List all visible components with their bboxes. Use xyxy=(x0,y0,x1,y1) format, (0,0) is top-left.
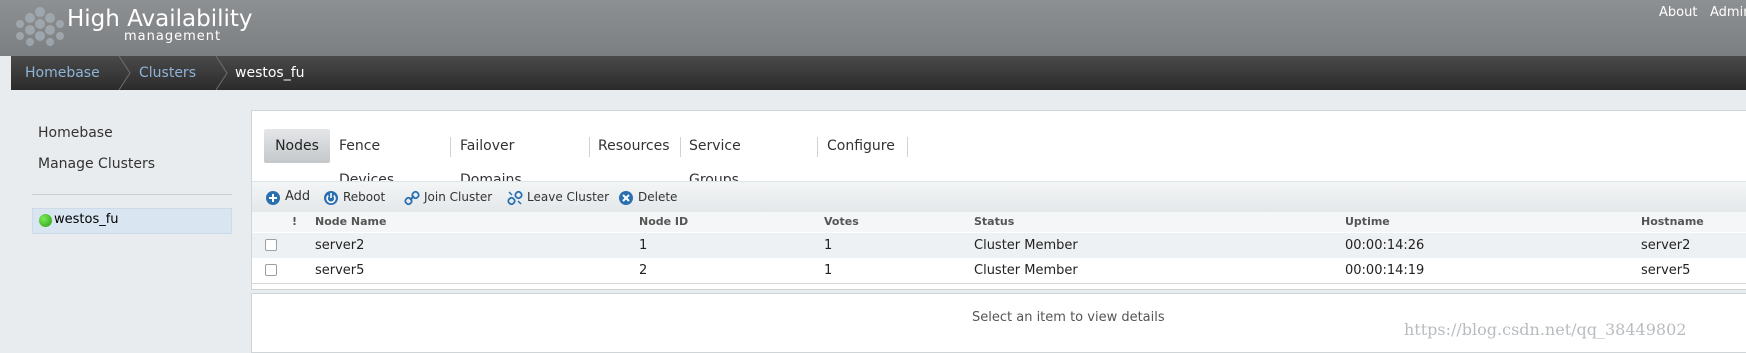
col-uptime[interactable]: Uptime xyxy=(1345,215,1390,228)
cluster-name: westos_fu xyxy=(54,212,119,227)
sidebar-item-homebase[interactable]: Homebase xyxy=(38,125,113,141)
delete-label: Delete xyxy=(638,190,678,204)
sidebar-item-manage-clusters[interactable]: Manage Clusters xyxy=(38,156,155,172)
node-name: server2 xyxy=(315,238,365,253)
table-row[interactable]: server5 2 1 Cluster Member 00:00:14:19 s… xyxy=(252,258,1746,284)
reboot-button[interactable]: Reboot xyxy=(323,190,385,206)
col-alert: ! xyxy=(292,215,298,228)
tab-resources[interactable]: Resources xyxy=(598,129,670,163)
breadcrumb-homebase[interactable]: Homebase xyxy=(25,65,100,81)
node-name: server5 xyxy=(315,263,365,278)
row-checkbox[interactable] xyxy=(265,264,277,276)
node-uptime: 00:00:14:19 xyxy=(1345,263,1425,278)
unlink-icon xyxy=(507,190,523,206)
node-status: Cluster Member xyxy=(974,263,1078,278)
node-id: 2 xyxy=(639,263,648,278)
status-online-icon xyxy=(39,214,52,227)
tab-failover-domains[interactable]: Failover Domains xyxy=(460,129,522,188)
link-icon xyxy=(404,190,420,206)
breadcrumb-separator-icon xyxy=(118,56,131,90)
breadcrumb-clusters[interactable]: Clusters xyxy=(139,65,196,81)
details-placeholder: Select an item to view details xyxy=(972,310,1165,325)
nodes-panel: Nodes Fence Devices Failover Domains Res… xyxy=(251,110,1746,290)
reboot-label: Reboot xyxy=(343,190,386,204)
breadcrumb: Homebase Clusters westos_fu xyxy=(11,56,1746,90)
col-votes[interactable]: Votes xyxy=(824,215,859,228)
join-cluster-label: Join Cluster xyxy=(424,190,493,204)
join-cluster-button[interactable]: Join Cluster xyxy=(404,190,492,206)
breadcrumb-current: westos_fu xyxy=(235,65,305,81)
tab-divider xyxy=(680,137,681,157)
table-row[interactable]: server2 1 1 Cluster Member 00:00:14:26 s… xyxy=(252,233,1746,258)
tab-service-groups[interactable]: Service Groups xyxy=(689,129,741,188)
sidebar-item-cluster[interactable]: westos_fu xyxy=(32,208,232,234)
sidebar-divider xyxy=(32,194,232,195)
leave-cluster-button[interactable]: Leave Cluster xyxy=(507,190,609,206)
leave-cluster-label: Leave Cluster xyxy=(527,190,610,204)
admin-link[interactable]: Admin xyxy=(1710,5,1746,20)
tab-divider xyxy=(907,137,908,157)
tab-divider xyxy=(817,137,818,157)
col-status[interactable]: Status xyxy=(974,215,1014,228)
honeycomb-logo-icon xyxy=(16,7,64,46)
add-button[interactable]: Add xyxy=(265,189,311,206)
app-header: High Availability management About Admin xyxy=(0,0,1746,56)
tab-fence-devices[interactable]: Fence Devices xyxy=(339,129,394,188)
app-subtitle: management xyxy=(124,29,222,44)
col-hostname[interactable]: Hostname xyxy=(1641,215,1704,228)
node-hostname: server2 xyxy=(1641,238,1691,253)
about-link[interactable]: About xyxy=(1659,5,1697,20)
col-node-id[interactable]: Node ID xyxy=(639,215,688,228)
delete-button[interactable]: Delete xyxy=(618,190,678,206)
col-node-name[interactable]: Node Name xyxy=(315,215,386,228)
node-toolbar: Add Reboot Join Cluster Leave Cluster De… xyxy=(252,181,1746,212)
tab-divider xyxy=(589,137,590,157)
add-label: Add xyxy=(285,189,311,204)
node-uptime: 00:00:14:26 xyxy=(1345,238,1425,253)
row-checkbox[interactable] xyxy=(265,239,277,251)
tab-nodes[interactable]: Nodes xyxy=(264,129,330,163)
node-votes: 1 xyxy=(824,238,833,253)
node-status: Cluster Member xyxy=(974,238,1078,253)
x-circle-icon xyxy=(619,191,633,205)
node-id: 1 xyxy=(639,238,648,253)
node-hostname: server5 xyxy=(1641,263,1691,278)
table-header: ! Node Name Node ID Votes Status Uptime … xyxy=(252,212,1746,232)
watermark: https://blog.csdn.net/qq_38449802 xyxy=(1404,320,1687,339)
plus-circle-icon xyxy=(266,191,280,205)
power-icon xyxy=(324,191,338,205)
tab-divider xyxy=(450,137,451,157)
tab-configure[interactable]: Configure xyxy=(827,129,895,163)
node-votes: 1 xyxy=(824,263,833,278)
breadcrumb-separator-icon xyxy=(215,56,228,90)
